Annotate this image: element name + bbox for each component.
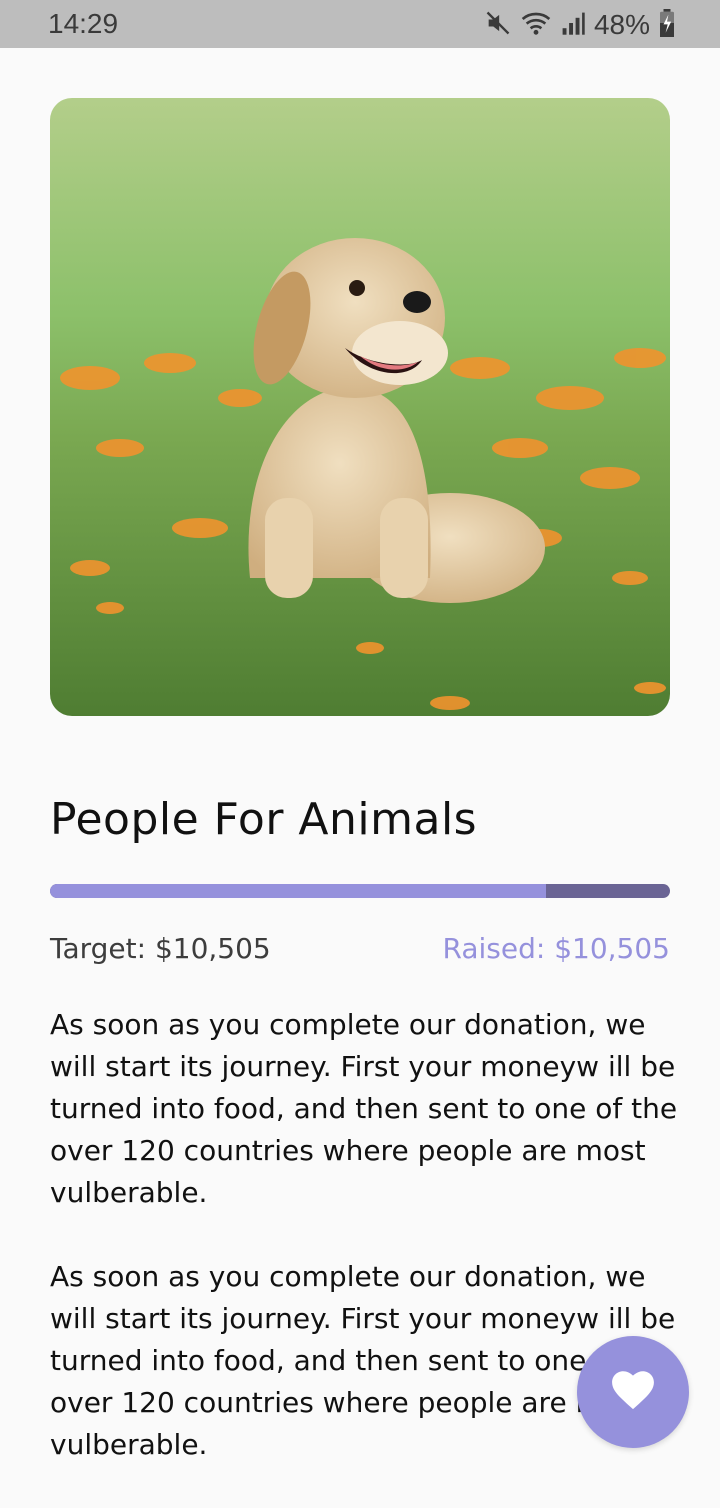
status-time: 14:29 bbox=[48, 8, 119, 39]
heart-icon bbox=[611, 1370, 655, 1414]
campaign-description: As soon as you complete our donation, we… bbox=[50, 1004, 680, 1508]
wifi-icon bbox=[520, 9, 552, 41]
donate-heart-button[interactable] bbox=[577, 1336, 689, 1448]
status-bar: 14:29 48% bbox=[0, 0, 720, 48]
battery-charging-icon bbox=[658, 9, 676, 41]
raised-amount: Raised: $10,505 bbox=[442, 932, 671, 965]
donation-progress-bar bbox=[50, 884, 670, 898]
target-amount: Target: $10,505 bbox=[50, 932, 271, 965]
hero-image bbox=[50, 98, 670, 716]
mute-icon bbox=[484, 9, 512, 41]
status-icons: 48% bbox=[484, 8, 676, 42]
signal-icon bbox=[560, 9, 586, 41]
campaign-title: People For Animals bbox=[50, 794, 478, 845]
donation-progress-fill bbox=[50, 884, 546, 898]
description-paragraph: As soon as you complete our donation, we… bbox=[50, 1008, 678, 1209]
battery-percent: 48% bbox=[593, 9, 650, 40]
